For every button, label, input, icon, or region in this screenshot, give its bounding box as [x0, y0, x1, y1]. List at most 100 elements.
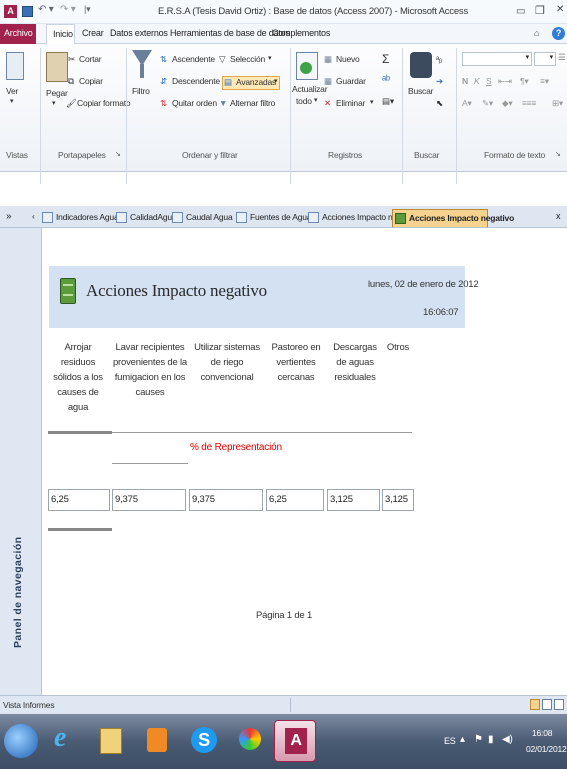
- fill-color-icon[interactable]: ◆▾: [502, 98, 513, 109]
- new-record-icon[interactable]: ▦: [324, 54, 332, 65]
- underline-icon[interactable]: S: [486, 76, 492, 86]
- delete-icon[interactable]: ✕: [324, 98, 331, 109]
- ver-button[interactable]: Ver: [6, 86, 18, 96]
- copiar-button[interactable]: Copiar: [79, 76, 103, 86]
- actualizar-button[interactable]: Actualizar: [292, 84, 328, 94]
- save-icon[interactable]: [22, 6, 33, 17]
- save-record-icon[interactable]: ▦: [324, 76, 332, 87]
- media-player-icon[interactable]: [136, 720, 178, 762]
- view-icon[interactable]: [6, 52, 24, 80]
- doc-tab-indicadores-agua[interactable]: Indicadores Agua: [40, 209, 119, 227]
- doc-tab-fuentes-de-agua[interactable]: Fuentes de Agua: [234, 209, 311, 227]
- redo-icon[interactable]: ↷ ▾: [60, 4, 76, 15]
- nuevo-button[interactable]: Nuevo: [336, 54, 360, 64]
- tab-archivo[interactable]: Archivo: [0, 24, 36, 44]
- doc-tab-calidadagua[interactable]: CalidadAgua: [114, 209, 177, 227]
- select-icon[interactable]: ⬉: [436, 98, 443, 109]
- guardar-button[interactable]: Guardar: [336, 76, 366, 86]
- skype-icon[interactable]: S: [182, 720, 224, 762]
- buscar-button[interactable]: Buscar: [408, 86, 433, 96]
- clock-date[interactable]: 02/01/2012: [526, 744, 567, 754]
- show-hidden-icons-icon[interactable]: ▴: [460, 734, 465, 745]
- portapapeles-launcher-icon[interactable]: ↘: [115, 150, 121, 158]
- start-button-icon[interactable]: [4, 724, 38, 758]
- ver-dropdown-icon[interactable]: ▾: [10, 97, 14, 105]
- ascendente-button[interactable]: Ascendente: [172, 54, 215, 64]
- font-size-combo[interactable]: ▾: [534, 52, 556, 66]
- replace-icon[interactable]: ᵃᵦ: [436, 54, 442, 64]
- tab-crear[interactable]: Crear: [82, 28, 104, 38]
- todo-dropdown-icon[interactable]: ▾: [314, 96, 318, 104]
- avanzadas-dropdown-icon[interactable]: ▾: [274, 77, 278, 85]
- spelling-icon[interactable]: ᵃᵇ: [382, 74, 390, 86]
- gridlines-icon[interactable]: ⊞▾: [552, 98, 563, 109]
- value-cell[interactable]: 3,125: [382, 489, 414, 511]
- seleccion-button[interactable]: Selección: [230, 54, 265, 64]
- paste-icon[interactable]: [46, 52, 68, 82]
- ribbon-minimize-icon[interactable]: ⌂: [534, 28, 539, 38]
- minimize-icon[interactable]: ▭: [516, 6, 525, 17]
- totals-icon[interactable]: Σ: [382, 52, 389, 66]
- speaker-icon[interactable]: ◀): [502, 734, 513, 745]
- report-view-icon[interactable]: [530, 699, 540, 710]
- value-cell[interactable]: 3,125: [327, 489, 380, 511]
- clear-sort-icon[interactable]: ⇅: [160, 98, 167, 109]
- restore-icon[interactable]: ❐: [535, 4, 545, 17]
- internet-explorer-icon[interactable]: e: [44, 720, 86, 762]
- avanzadas-button[interactable]: Avanzadas: [236, 77, 276, 87]
- toggle-filter-icon[interactable]: ▼: [219, 98, 227, 108]
- tab-datos-externos[interactable]: Datos externos: [110, 28, 168, 38]
- highlight-icon[interactable]: ✎▾: [482, 98, 493, 109]
- bullets-icon[interactable]: ☰: [558, 52, 566, 63]
- quitar-orden-button[interactable]: Quitar orden: [172, 98, 217, 108]
- copiar-formato-button[interactable]: Copiar formato: [77, 98, 131, 108]
- eliminar-button[interactable]: Eliminar: [336, 98, 365, 108]
- tab-inicio[interactable]: Inicio: [46, 24, 75, 45]
- tab-complementos[interactable]: Complementos: [272, 28, 330, 38]
- bold-icon[interactable]: N: [462, 76, 468, 86]
- more-records-icon[interactable]: ▤▾: [382, 96, 394, 107]
- access-app-icon[interactable]: A: [4, 5, 17, 18]
- nav-pane-label[interactable]: Panel de navegación: [12, 537, 24, 648]
- flag-icon[interactable]: ⚑: [474, 734, 483, 745]
- filtro-button[interactable]: Filtro: [132, 86, 150, 96]
- tab-scroll-left-icon[interactable]: ‹: [32, 208, 35, 226]
- nav-pane-toggle-icon[interactable]: »: [6, 208, 12, 226]
- cut-icon[interactable]: ✂: [68, 54, 75, 65]
- close-icon[interactable]: ✕: [556, 4, 564, 15]
- advanced-filter-icon[interactable]: ▤: [224, 77, 232, 88]
- selection-filter-icon[interactable]: ▽: [219, 54, 226, 65]
- font-color-icon[interactable]: A▾: [462, 98, 472, 109]
- clock-time[interactable]: 16:08: [532, 728, 552, 738]
- go-to-icon[interactable]: ➔: [436, 76, 443, 87]
- close-doc-icon[interactable]: x: [556, 208, 561, 226]
- descendente-button[interactable]: Descendente: [172, 76, 220, 86]
- pegar-button[interactable]: Pegar: [46, 88, 68, 98]
- indent-icon[interactable]: ⇤⇥: [498, 76, 512, 87]
- value-cell[interactable]: 6,25: [266, 489, 324, 511]
- formato-launcher-icon[interactable]: ↘: [555, 150, 561, 158]
- customize-toolbar-icon[interactable]: |▾: [84, 4, 91, 15]
- network-icon[interactable]: ▮: [488, 734, 494, 745]
- todo-button[interactable]: todo: [296, 96, 312, 106]
- print-preview-icon[interactable]: [542, 699, 552, 710]
- seleccion-dropdown-icon[interactable]: ▾: [268, 54, 272, 62]
- value-cell[interactable]: 9,375: [112, 489, 186, 511]
- sort-ascending-icon[interactable]: ⇅: [160, 54, 167, 65]
- italic-icon[interactable]: K: [474, 76, 480, 86]
- value-cell[interactable]: 9,375: [189, 489, 263, 511]
- doc-tab-caudal-agua[interactable]: Caudal Agua: [170, 209, 233, 227]
- layout-view-icon[interactable]: [554, 699, 564, 710]
- language-indicator[interactable]: ES: [444, 736, 456, 746]
- paint-icon[interactable]: [228, 720, 270, 762]
- help-icon[interactable]: ?: [552, 27, 565, 40]
- copy-icon[interactable]: ⧉: [68, 76, 74, 87]
- access-taskbar-icon[interactable]: A: [274, 720, 316, 762]
- undo-icon[interactable]: ↶ ▾: [38, 4, 54, 15]
- doc-tab-acciones-impacto-report[interactable]: Acciones Impacto negativo: [392, 209, 514, 227]
- sort-descending-icon[interactable]: ⇵: [160, 76, 167, 87]
- cortar-button[interactable]: Cortar: [79, 54, 102, 64]
- font-name-combo[interactable]: ▾: [462, 52, 532, 66]
- format-painter-icon[interactable]: 🖌: [66, 98, 77, 109]
- ltr-icon[interactable]: ¶▾: [520, 76, 529, 87]
